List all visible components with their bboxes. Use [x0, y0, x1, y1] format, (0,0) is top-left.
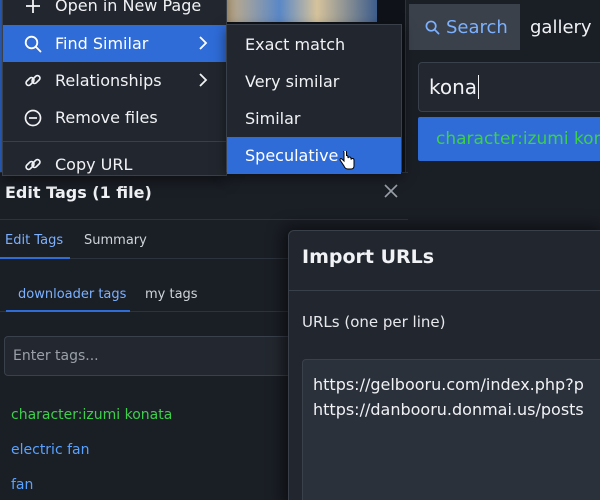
thumbnail-strip	[227, 0, 377, 22]
search-icon	[22, 35, 44, 53]
tab-search[interactable]: Search	[409, 4, 520, 50]
active-subtab-indicator	[6, 310, 130, 312]
search-icon	[425, 20, 440, 35]
tab-edit-tags[interactable]: Edit Tags	[5, 233, 63, 248]
tab-summary[interactable]: Summary	[84, 233, 147, 248]
tab-downloader-tags[interactable]: downloader tags	[18, 287, 126, 302]
menu-item-find-similar[interactable]: Find Similar	[3, 25, 228, 62]
submenu-item-speculative[interactable]: Speculative	[227, 137, 401, 174]
search-query: kona	[429, 75, 478, 99]
search-suggestion[interactable]: character:izumi konata	[418, 117, 600, 161]
tag-item[interactable]: fan	[11, 477, 33, 493]
find-similar-submenu: Exact match Very similar Similar Specula…	[226, 24, 402, 174]
urls-label: URLs (one per line)	[302, 313, 446, 331]
divider	[289, 290, 600, 291]
menu-separator	[3, 141, 228, 142]
chevron-right-icon	[198, 72, 208, 92]
tab-gallery[interactable]: gallery	[530, 4, 592, 50]
menu-item-label: Relationships	[55, 71, 162, 90]
plus-icon	[22, 0, 44, 14]
tag-item[interactable]: character:izumi konata	[11, 407, 172, 423]
menu-item-label: Remove files	[55, 108, 158, 127]
menu-item-relationships[interactable]: Relationships	[3, 62, 228, 99]
edit-tags-title: Edit Tags (1 file)	[5, 183, 152, 202]
import-urls-title: Import URLs	[302, 246, 435, 268]
context-menu: Open in New Page Find Similar Relationsh…	[2, 0, 228, 176]
search-input[interactable]: kona	[418, 62, 600, 112]
url-line: https://danbooru.donmai.us/posts	[313, 400, 584, 419]
submenu-item-similar[interactable]: Similar	[227, 100, 401, 137]
menu-item-copy-url[interactable]: Copy URL	[3, 146, 228, 183]
import-urls-dialog: Import URLs URLs (one per line) https://…	[288, 230, 600, 500]
menu-item-remove-files[interactable]: Remove files	[3, 99, 228, 136]
urls-textarea[interactable]: https://gelbooru.com/index.php?p https:/…	[302, 359, 600, 500]
active-tab-indicator	[0, 257, 70, 259]
menu-item-label: Find Similar	[55, 34, 149, 53]
link-icon	[22, 72, 44, 90]
tab-search-label: Search	[446, 16, 508, 38]
search-panel: Search gallery kona character:izumi kona…	[405, 0, 600, 230]
tab-my-tags[interactable]: my tags	[145, 287, 198, 302]
url-line: https://gelbooru.com/index.php?p	[313, 375, 584, 394]
close-icon[interactable]	[381, 181, 401, 201]
menu-item-label: Copy URL	[55, 155, 133, 174]
submenu-item-exact-match[interactable]: Exact match	[227, 26, 401, 63]
minus-circle-icon	[22, 109, 44, 127]
tag-input[interactable]: Enter tags...	[4, 336, 304, 376]
link-icon	[22, 156, 44, 174]
text-caret	[478, 75, 480, 99]
chevron-right-icon	[198, 35, 208, 55]
menu-item-open-in-new-page[interactable]: Open in New Page	[3, 0, 228, 24]
submenu-item-very-similar[interactable]: Very similar	[227, 63, 401, 100]
tag-item[interactable]: electric fan	[11, 442, 89, 458]
hand-cursor-icon	[339, 149, 355, 175]
menu-item-label: Open in New Page	[55, 0, 202, 15]
divider	[0, 219, 408, 220]
